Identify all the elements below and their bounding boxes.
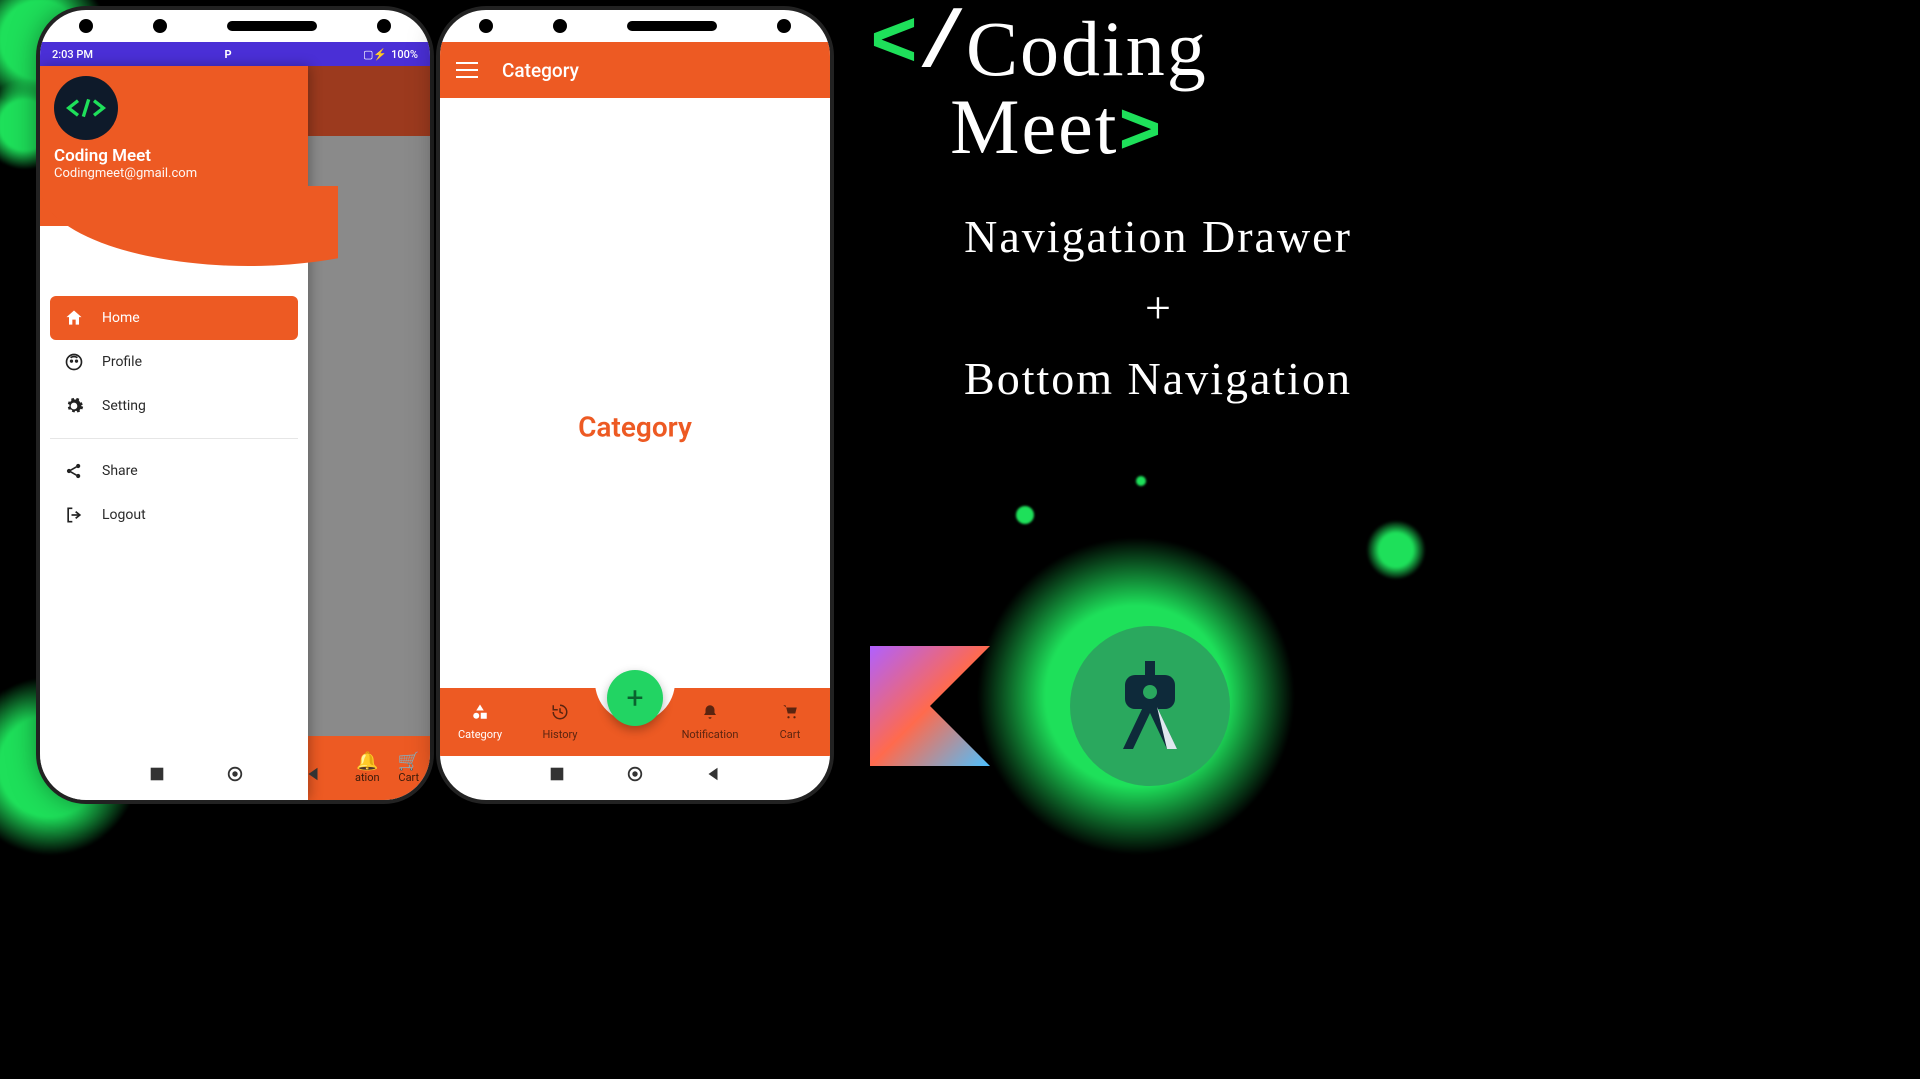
nav-back-icon[interactable]: [304, 765, 322, 783]
brand-word-bottom: Meet: [950, 83, 1118, 170]
android-status-bar: 2:03 PM P ▢⚡ 100%: [40, 42, 430, 66]
branding-block: </ Coding Meet> Navigation Drawer + Bott…: [870, 10, 1446, 405]
bottom-nav-label: Cart: [780, 728, 801, 741]
android-nav-bar: [440, 752, 830, 796]
hamburger-icon[interactable]: [456, 62, 478, 78]
battery-text: 100%: [391, 48, 418, 61]
phone-mock-drawer: 2:03 PM P ▢⚡ 100% 🔔 ation 🛒 Cart: [40, 10, 430, 800]
headline-plus: +: [870, 281, 1446, 334]
drawer-divider: [50, 438, 298, 439]
drawer-header: Coding Meet Codingmeet@gmail.com: [40, 66, 308, 226]
headline-line-1: Navigation Drawer: [870, 210, 1446, 263]
battery-icon: ▢⚡: [363, 48, 387, 61]
drawer-item-label: Logout: [102, 507, 146, 523]
share-icon: [64, 461, 84, 481]
close-bracket-icon: >: [1118, 93, 1163, 175]
history-icon: [520, 703, 600, 726]
cart-icon: [750, 703, 830, 726]
kotlin-logo-icon: [870, 646, 990, 766]
green-splatter: [1366, 520, 1426, 580]
home-icon: [64, 308, 84, 328]
drawer-item-label: Setting: [102, 398, 146, 414]
gear-icon: [64, 396, 84, 416]
status-signal: P: [224, 48, 231, 61]
headline-line-2: Bottom Navigation: [870, 352, 1446, 405]
drawer-item-share[interactable]: Share: [50, 449, 298, 493]
avatar: [54, 76, 118, 140]
navigation-drawer: Coding Meet Codingmeet@gmail.com Home Pr…: [40, 66, 308, 800]
logout-icon: [64, 505, 84, 525]
nav-home-icon[interactable]: [226, 765, 244, 783]
app-toolbar: Category: [440, 42, 830, 98]
bottom-nav-item-history[interactable]: History: [520, 703, 600, 741]
drawer-user-name: Coding Meet: [54, 146, 294, 166]
drawer-item-logout[interactable]: Logout: [50, 493, 298, 537]
android-nav-bar: [40, 752, 430, 796]
drawer-item-home[interactable]: Home: [50, 296, 298, 340]
code-mark-icon: </: [870, 10, 966, 82]
fab-add-button[interactable]: +: [607, 670, 663, 726]
nav-recent-icon[interactable]: [548, 765, 566, 783]
code-logo-icon: [66, 96, 106, 120]
nav-recent-icon[interactable]: [148, 765, 166, 783]
drawer-item-label: Share: [102, 463, 138, 479]
bottom-nav-item-notification[interactable]: Notification: [670, 703, 750, 741]
bell-icon: [670, 703, 750, 726]
phone-notch: [40, 10, 430, 42]
drawer-user-email: Codingmeet@gmail.com: [54, 166, 294, 181]
drawer-item-setting[interactable]: Setting: [50, 384, 298, 428]
drawer-item-profile[interactable]: Profile: [50, 340, 298, 384]
drawer-item-label: Home: [102, 310, 140, 326]
bottom-nav-label: Notification: [682, 728, 739, 741]
toolbar-title: Category: [502, 59, 579, 82]
bottom-nav-label: Category: [458, 728, 502, 741]
brand-word-top: Coding: [966, 5, 1208, 92]
category-icon: [440, 703, 520, 726]
drawer-item-label: Profile: [102, 354, 142, 370]
nav-home-icon[interactable]: [626, 765, 644, 783]
page-content: Category: [440, 98, 830, 756]
phone-mock-bottomnav: Category Category Category History Notif…: [440, 10, 830, 800]
nav-back-icon[interactable]: [704, 765, 722, 783]
page-body-text: Category: [578, 411, 692, 444]
tech-logos: [870, 626, 1230, 786]
bottom-nav-item-cart[interactable]: Cart: [750, 703, 830, 741]
status-time: 2:03 PM: [52, 48, 93, 61]
drawer-menu: Home Profile Setting: [40, 226, 308, 547]
face-icon: [64, 352, 84, 372]
bottom-nav-label: History: [543, 728, 578, 741]
android-studio-logo-icon: [1070, 626, 1230, 786]
phone-notch: [440, 10, 830, 42]
bottom-nav-item-category[interactable]: Category: [440, 703, 520, 741]
plus-icon: +: [626, 681, 643, 716]
